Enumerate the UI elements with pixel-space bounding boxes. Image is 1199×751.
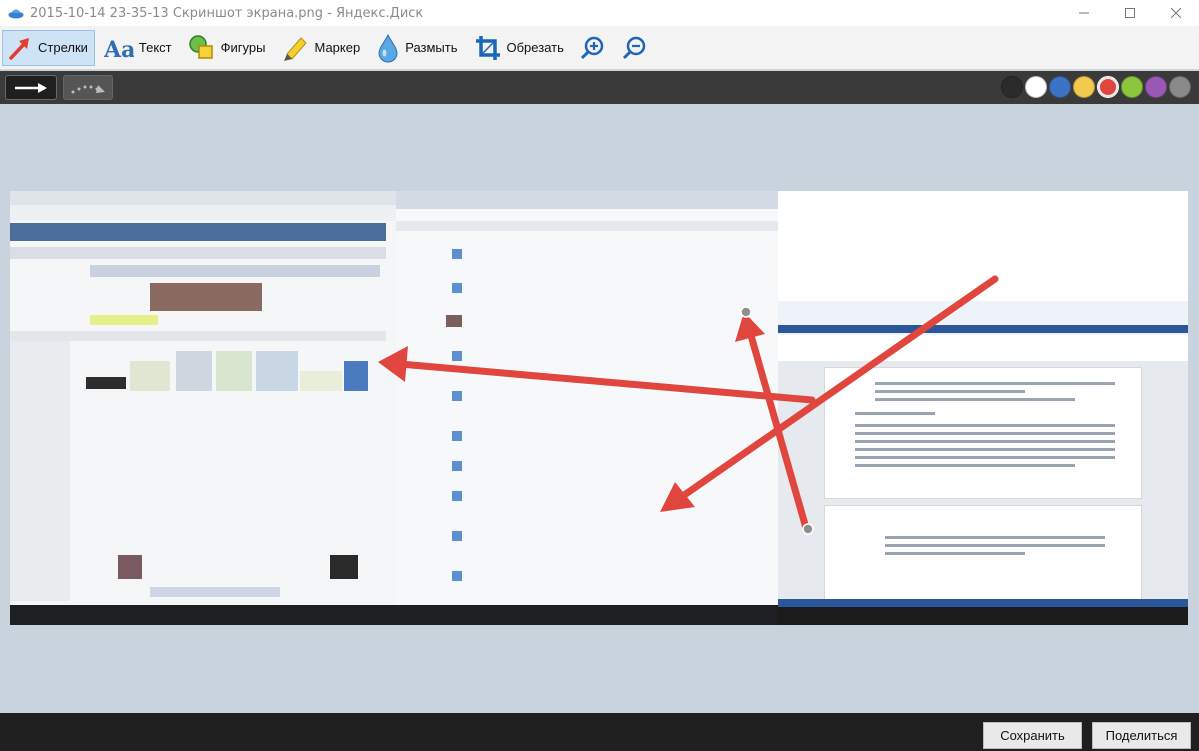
title-bar: 2015-10-14 23-35-13 Скриншот экрана.png …: [0, 0, 1199, 26]
color-swatch-green[interactable]: [1121, 76, 1143, 98]
color-swatch-gray[interactable]: [1169, 76, 1191, 98]
text-aa-icon: Aa: [104, 37, 134, 61]
document-page-1: [824, 367, 1142, 499]
color-swatch-yellow[interactable]: [1073, 76, 1095, 98]
marker-icon: [284, 36, 308, 61]
minimize-icon: [1079, 12, 1089, 14]
crop-icon: [475, 35, 500, 60]
document-panel: [778, 191, 1188, 625]
tool-arrows-label: Стрелки: [38, 40, 88, 55]
window-controls: [1061, 0, 1199, 26]
solid-arrow-style-button[interactable]: [5, 75, 57, 100]
arrow-icon: [9, 37, 29, 60]
color-swatch-purple[interactable]: [1145, 76, 1167, 98]
tool-blur-label: Размыть: [405, 40, 458, 55]
tool-crop-label: Обрезать: [506, 40, 564, 55]
tool-marker[interactable]: Маркер: [276, 30, 367, 66]
drop-icon: [378, 33, 398, 62]
dotted-arrow-icon: [71, 84, 105, 93]
color-swatch-black[interactable]: [1001, 76, 1023, 98]
svg-text:Aa: Aa: [104, 37, 134, 61]
color-palette: [1001, 76, 1191, 98]
color-swatch-red[interactable]: [1097, 76, 1119, 98]
dotted-arrow-style-button[interactable]: [63, 75, 113, 100]
tool-shapes[interactable]: Фигуры: [183, 30, 273, 66]
tool-shapes-label: Фигуры: [220, 40, 266, 55]
zoom-out-button[interactable]: [617, 30, 655, 66]
footer-bar: Сохранить Поделиться: [0, 713, 1199, 751]
minimize-button[interactable]: [1061, 0, 1107, 26]
share-button[interactable]: Поделиться: [1092, 722, 1191, 749]
save-button[interactable]: Сохранить: [983, 722, 1082, 749]
tools-toolbar: Стрелки Aa Текст Фигуры Маркер Размыть О…: [0, 26, 1199, 70]
close-icon: [1171, 8, 1181, 18]
tool-arrows[interactable]: Стрелки: [2, 29, 95, 66]
shapes-icon: [188, 34, 213, 59]
tool-options-bar: [0, 71, 1199, 104]
tool-blur[interactable]: Размыть: [371, 30, 464, 66]
screenshot-canvas[interactable]: [10, 191, 1188, 625]
blurred-list-panel: [396, 191, 778, 625]
color-swatch-white[interactable]: [1025, 76, 1047, 98]
close-button[interactable]: [1153, 0, 1199, 26]
maximize-icon: [1125, 8, 1135, 18]
tool-marker-label: Маркер: [314, 40, 361, 55]
tool-text[interactable]: Aa Текст: [99, 30, 179, 66]
zoom-in-icon: [580, 36, 604, 59]
color-swatch-blue[interactable]: [1049, 76, 1071, 98]
tool-text-label: Текст: [138, 40, 172, 55]
zoom-out-icon: [622, 36, 646, 59]
maximize-button[interactable]: [1107, 0, 1153, 26]
blurred-browser-panel: [10, 191, 396, 625]
zoom-in-button[interactable]: [575, 30, 613, 66]
yandex-disk-logo-icon: [8, 9, 24, 19]
solid-arrow-icon: [15, 82, 47, 93]
window-title: 2015-10-14 23-35-13 Скриншот экрана.png …: [30, 5, 424, 21]
tool-crop[interactable]: Обрезать: [469, 30, 571, 66]
document-page-2: [824, 505, 1142, 601]
